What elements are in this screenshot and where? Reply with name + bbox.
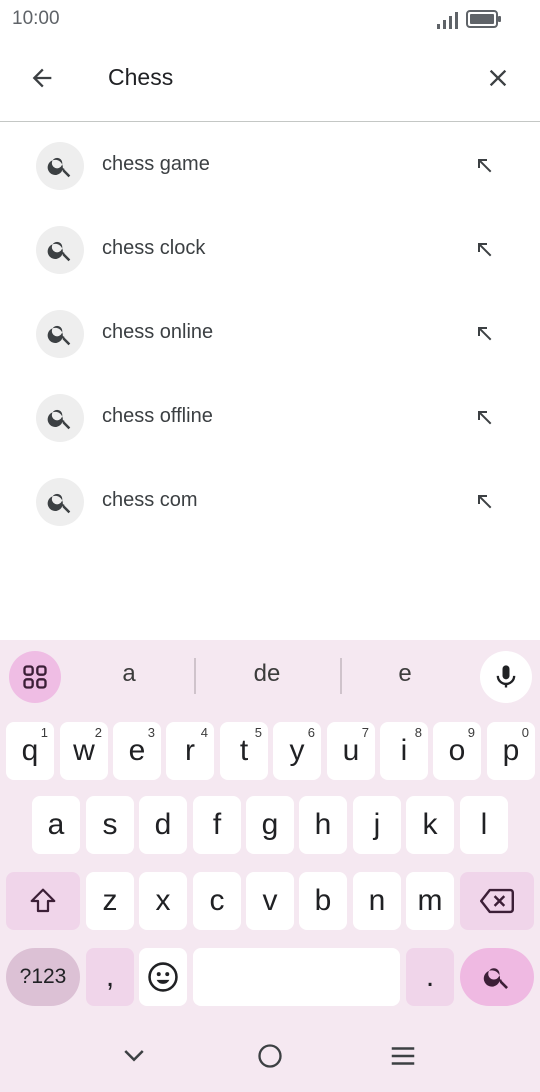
arrow-up-left-icon	[478, 327, 492, 341]
fill-query-button[interactable]	[466, 399, 502, 435]
search-icon	[483, 968, 508, 989]
suggestion-item[interactable]: chess clock	[0, 207, 540, 291]
backspace-key[interactable]	[460, 872, 534, 930]
search-action-key[interactable]	[460, 948, 534, 1006]
key-g[interactable]: g	[246, 796, 294, 854]
candidate-word[interactable]: a	[100, 660, 158, 688]
symbols-key[interactable]: ?123	[6, 948, 80, 1006]
fill-query-button[interactable]	[466, 483, 502, 519]
chevron-down-icon	[124, 1050, 144, 1062]
key-i[interactable]: i8	[380, 722, 428, 780]
key-j[interactable]: j	[353, 796, 401, 854]
fill-query-button[interactable]	[466, 231, 502, 267]
suggestion-item[interactable]: chess com	[0, 459, 540, 543]
emoji-key[interactable]	[139, 948, 187, 1006]
mic-icon	[496, 665, 516, 688]
voice-input-button[interactable]	[480, 651, 532, 703]
key-b[interactable]: b	[299, 872, 347, 930]
key-e[interactable]: e3	[113, 722, 161, 780]
status-time: 10:00	[12, 8, 60, 29]
search-input[interactable]: Chess	[108, 64, 173, 91]
close-icon	[489, 69, 507, 87]
suggestion-label: chess online	[102, 321, 214, 343]
candidate-word[interactable]: e	[376, 660, 434, 688]
key-l[interactable]: l	[460, 796, 508, 854]
suggestion-label: chess game	[102, 153, 210, 175]
home-button[interactable]	[250, 1036, 290, 1076]
recents-button[interactable]	[383, 1036, 423, 1076]
arrow-up-left-icon	[478, 243, 492, 257]
key-y[interactable]: y6	[273, 722, 321, 780]
candidate-word[interactable]: de	[232, 660, 302, 688]
suggestion-item[interactable]: chess game	[0, 123, 540, 207]
search-icon	[36, 142, 84, 190]
key-k[interactable]: k	[406, 796, 454, 854]
shift-key[interactable]	[6, 872, 80, 930]
arrow-back-icon	[32, 68, 52, 88]
search-bar: Chess	[0, 38, 540, 122]
key-u[interactable]: u7	[327, 722, 375, 780]
hide-keyboard-button[interactable]	[114, 1036, 154, 1076]
battery-icon	[466, 10, 501, 28]
arrow-up-left-icon	[478, 159, 492, 173]
clear-search-button[interactable]	[478, 58, 518, 98]
arrow-up-left-icon	[478, 495, 492, 509]
key-m[interactable]: m	[406, 872, 454, 930]
candidate-separator	[194, 658, 196, 694]
key-o[interactable]: o9	[433, 722, 481, 780]
suggestion-label: chess com	[102, 489, 198, 511]
signal-icon	[437, 12, 458, 29]
menu-icon	[391, 1047, 415, 1065]
shift-icon	[30, 888, 56, 913]
suggestion-label: chess clock	[102, 237, 206, 259]
arrow-up-left-icon	[478, 411, 492, 425]
key-w[interactable]: w2	[60, 722, 108, 780]
key-h[interactable]: h	[299, 796, 347, 854]
key-f[interactable]: f	[193, 796, 241, 854]
keyboard-toolbar: a de e	[0, 640, 540, 712]
key-x[interactable]: x	[139, 872, 187, 930]
candidate-separator	[340, 658, 342, 694]
key-t[interactable]: t5	[220, 722, 268, 780]
back-button[interactable]	[22, 58, 62, 98]
key-s[interactable]: s	[86, 796, 134, 854]
suggestion-item[interactable]: chess online	[0, 291, 540, 375]
comma-key[interactable]: ,	[86, 948, 134, 1006]
search-icon	[36, 478, 84, 526]
key-n[interactable]: n	[353, 872, 401, 930]
search-icon	[36, 394, 84, 442]
key-a[interactable]: a	[32, 796, 80, 854]
key-q[interactable]: q1	[6, 722, 54, 780]
emoji-icon	[148, 962, 178, 992]
search-icon	[36, 310, 84, 358]
key-c[interactable]: c	[193, 872, 241, 930]
home-circle-icon	[258, 1044, 282, 1068]
key-p[interactable]: p0	[487, 722, 535, 780]
key-r[interactable]: r4	[166, 722, 214, 780]
suggestion-item[interactable]: chess offline	[0, 375, 540, 459]
key-d[interactable]: d	[139, 796, 187, 854]
backspace-icon	[480, 888, 514, 914]
period-key[interactable]: .	[406, 948, 454, 1006]
suggestion-label: chess offline	[102, 405, 213, 427]
search-icon	[36, 226, 84, 274]
fill-query-button[interactable]	[466, 315, 502, 351]
status-bar: 10:00	[0, 0, 540, 38]
fill-query-button[interactable]	[466, 147, 502, 183]
key-v[interactable]: v	[246, 872, 294, 930]
navigation-bar	[0, 1020, 540, 1092]
key-z[interactable]: z	[86, 872, 134, 930]
apps-grid-icon	[23, 665, 47, 689]
keyboard-apps-button[interactable]	[9, 651, 61, 703]
space-key[interactable]	[193, 948, 400, 1006]
